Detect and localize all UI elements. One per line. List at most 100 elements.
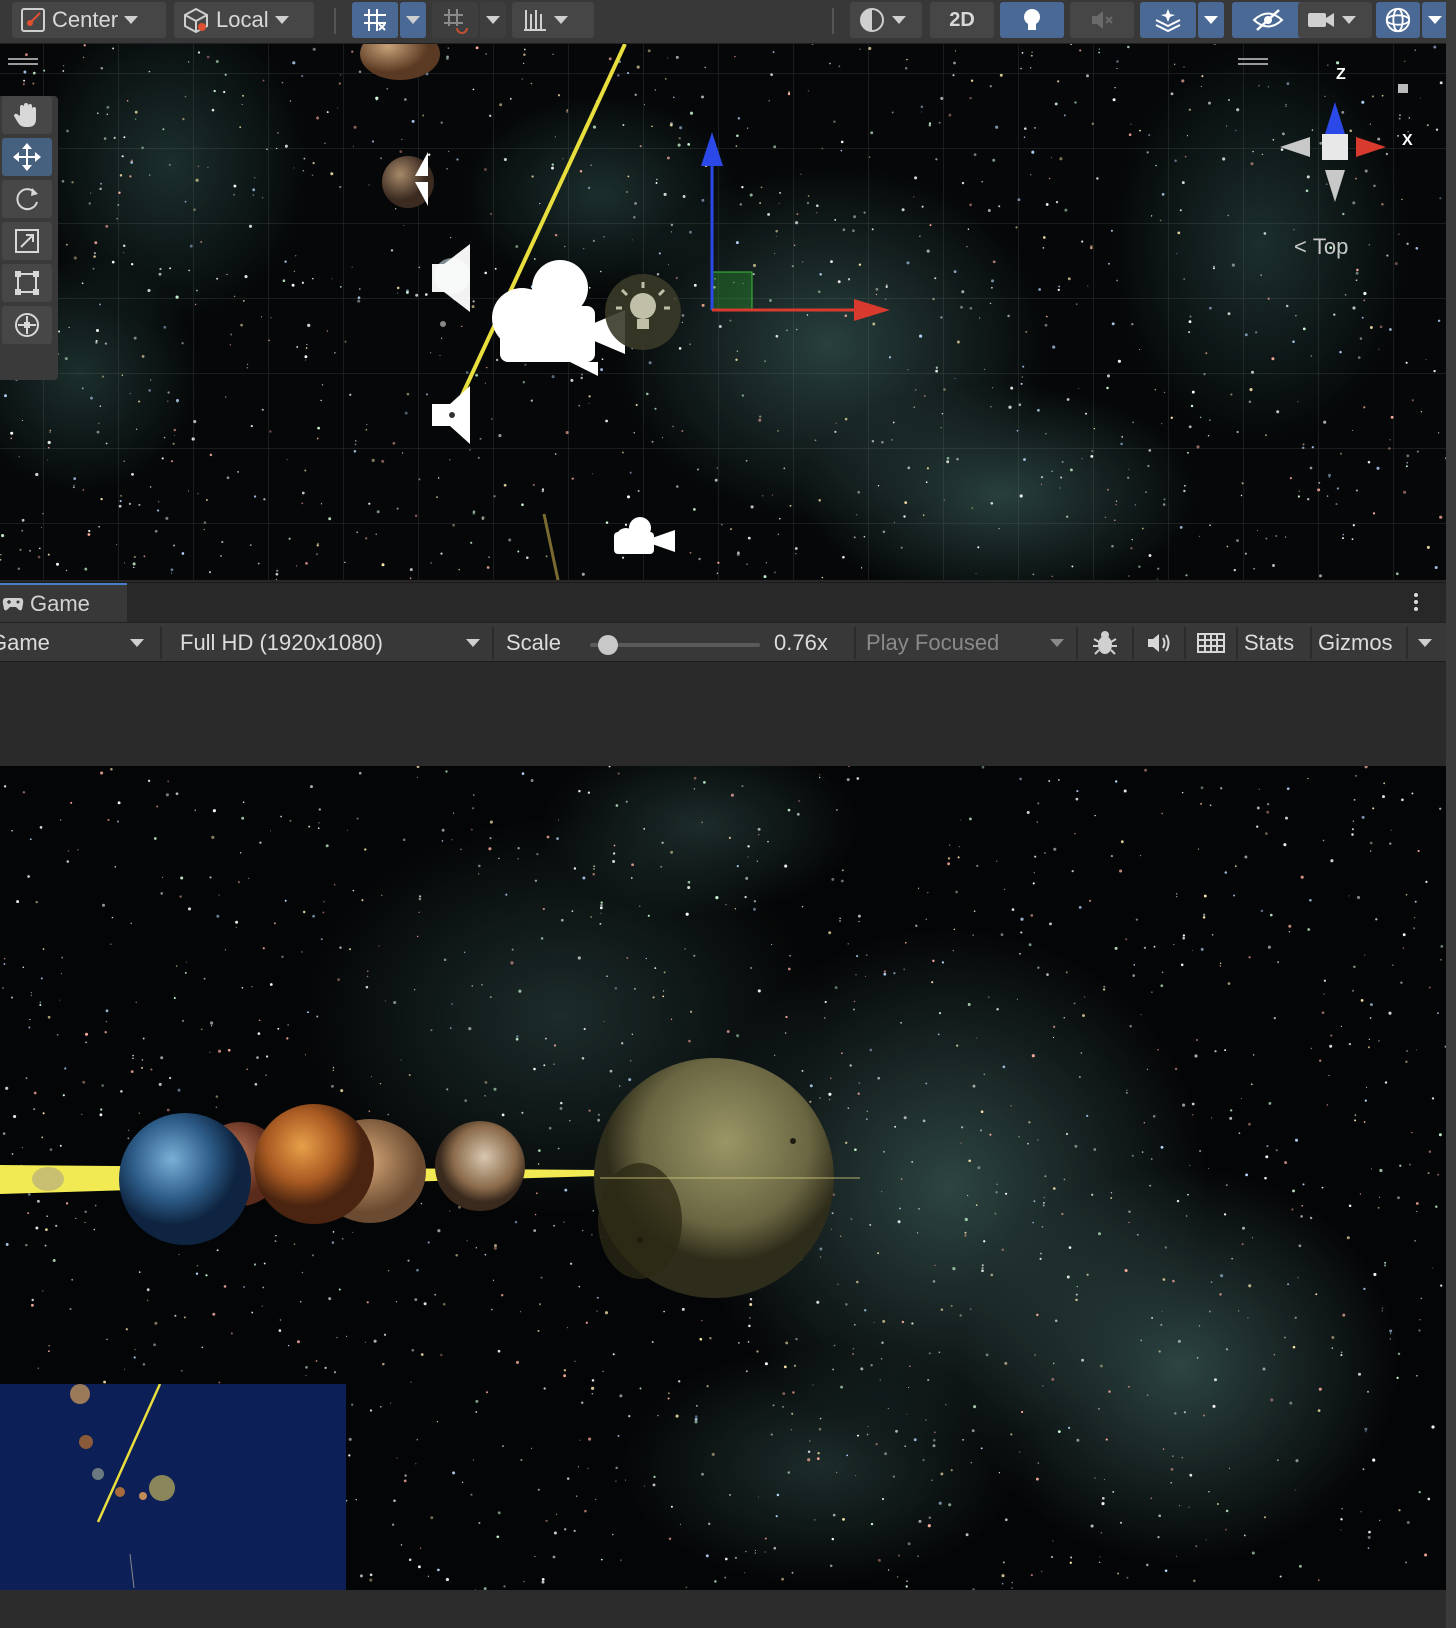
- gizmo-x-label: X: [1402, 132, 1413, 149]
- game-toolbar: Game Full HD (1920x1080) Scale 0.76x Pla…: [0, 622, 1446, 662]
- play-mode-label: Play Focused: [866, 630, 1000, 655]
- mute-audio-toggle[interactable]: [1136, 623, 1182, 663]
- ruler-icon: [524, 10, 546, 31]
- rotate-tool-button[interactable]: [2, 180, 52, 218]
- effects-dropdown[interactable]: [1198, 2, 1224, 38]
- scene-toolbar: Center Local 2D: [0, 0, 1456, 44]
- gizmos-dropdown-arrow[interactable]: [1418, 623, 1432, 663]
- resolution-dropdown[interactable]: Full HD (1920x1080): [174, 623, 488, 663]
- grid-snap-dropdown[interactable]: [400, 2, 426, 38]
- 2d-mode-label: 2D: [949, 8, 975, 31]
- lighting-toggle[interactable]: [1000, 2, 1064, 38]
- pivot-icon: [21, 8, 45, 32]
- chevron-down-icon: [554, 16, 568, 24]
- display-dropdown[interactable]: Game: [0, 623, 154, 663]
- chevron-down-icon: [130, 639, 144, 647]
- minimap-planet: [70, 1384, 90, 1404]
- grid-snap-icon: [364, 9, 386, 31]
- kebab-menu-icon[interactable]: [1414, 593, 1418, 597]
- space-mode-button[interactable]: Local: [174, 2, 314, 38]
- audio-toggle[interactable]: [1070, 2, 1134, 38]
- overlay-handle[interactable]: [1238, 58, 1268, 60]
- scene-view[interactable]: Z X < Top: [0, 44, 1446, 580]
- shading-mode-button[interactable]: [850, 2, 922, 38]
- minimap-planet: [79, 1435, 93, 1449]
- toolbar-handle[interactable]: [8, 58, 38, 60]
- scene-canvas: [0, 44, 1446, 580]
- scale-tool-button[interactable]: [2, 222, 52, 260]
- scale-slider-track[interactable]: [590, 635, 760, 655]
- planet-mercury[interactable]: [440, 321, 446, 327]
- gizmos-dropdown[interactable]: [1422, 2, 1448, 38]
- minimap-orbit-line: [96, 1383, 162, 1523]
- transform-tool-button[interactable]: [2, 306, 52, 344]
- chevron-down-icon: [406, 16, 420, 24]
- debug-toggle[interactable]: [1082, 623, 1128, 663]
- layers-effects-icon: [1155, 9, 1181, 33]
- planet-moon[interactable]: [32, 1167, 64, 1191]
- window-edge: [1446, 0, 1456, 1628]
- scene-visibility-toggle[interactable]: [1232, 2, 1304, 38]
- gizmos-toggle[interactable]: [1376, 2, 1420, 38]
- planet-mercury[interactable]: [435, 1121, 525, 1211]
- sphere-shading-icon: [860, 8, 884, 32]
- game-view[interactable]: [0, 766, 1446, 1590]
- scale-value: 0.76x: [774, 630, 828, 655]
- tab-game[interactable]: Game: [0, 583, 127, 623]
- view-orientation-label[interactable]: < Top: [1294, 234, 1348, 260]
- increment-snap-dropdown[interactable]: [480, 2, 506, 38]
- chevron-down-icon: [1050, 639, 1064, 647]
- chevron-down-icon: [892, 16, 906, 24]
- effects-toggle[interactable]: [1140, 2, 1196, 38]
- video-camera-icon: [1308, 13, 1334, 27]
- speaker-icon: [1148, 634, 1170, 652]
- tab-game-label: Game: [30, 591, 90, 616]
- planet-venus[interactable]: [254, 1104, 374, 1224]
- scale-slider-thumb[interactable]: [597, 635, 618, 655]
- minimap-planet: [92, 1468, 104, 1480]
- gizmos-button[interactable]: Gizmos: [1318, 623, 1393, 663]
- minimap-canvas: [70, 1383, 175, 1589]
- resolution-label: Full HD (1920x1080): [180, 630, 383, 655]
- light-gizmo-icon[interactable]: [605, 274, 681, 350]
- game-view-letterbox: [0, 662, 1446, 766]
- bug-icon: [1093, 631, 1117, 655]
- unity-editor: { "toolbar": { "pivot_label": "Center", …: [0, 0, 1456, 1628]
- ruler-button[interactable]: [512, 2, 594, 38]
- chevron-left-icon: <: [1294, 234, 1307, 259]
- light-bulb-icon: [1024, 9, 1040, 30]
- pivot-mode-button[interactable]: Center: [12, 2, 166, 38]
- hand-tool-button[interactable]: [2, 96, 52, 134]
- tools-panel: [0, 96, 58, 380]
- lock-icon[interactable]: [1398, 84, 1408, 93]
- increment-snap-button[interactable]: [432, 2, 478, 38]
- planet-earth[interactable]: [119, 1113, 251, 1245]
- cube-icon: [184, 7, 208, 34]
- transform-icon: [15, 313, 39, 337]
- eye-hidden-icon: [1252, 9, 1284, 31]
- minimap[interactable]: [0, 1383, 346, 1590]
- gizmo-z-label: Z: [1336, 66, 1346, 83]
- mute-icon: [1092, 11, 1113, 29]
- game-tab-bar: Game: [0, 582, 1446, 623]
- 2d-mode-button[interactable]: 2D: [930, 2, 994, 38]
- globe-gizmo-icon: [1385, 7, 1411, 33]
- chevron-down-icon: [124, 16, 139, 24]
- rect-tool-button[interactable]: [2, 264, 52, 302]
- scene-camera-button[interactable]: [1298, 2, 1372, 38]
- grid-snap-button[interactable]: [352, 2, 398, 38]
- move-tool-button[interactable]: [2, 138, 52, 176]
- chevron-down-icon: [274, 16, 289, 24]
- rect-icon: [15, 271, 39, 295]
- space-mode-label: Local: [216, 7, 269, 32]
- play-mode-dropdown[interactable]: Play Focused: [858, 623, 1072, 663]
- bottom-bar: [0, 1590, 1446, 1628]
- pivot-mode-label: Center: [52, 7, 119, 32]
- chevron-down-icon: [466, 639, 480, 647]
- grid-icon: [1197, 633, 1225, 653]
- stats-button[interactable]: Stats: [1244, 623, 1294, 663]
- chevron-down-icon: [1342, 16, 1356, 24]
- gamepad-icon: [2, 598, 24, 611]
- resolution-grid-toggle[interactable]: [1188, 623, 1234, 663]
- display-label: Game: [0, 630, 50, 655]
